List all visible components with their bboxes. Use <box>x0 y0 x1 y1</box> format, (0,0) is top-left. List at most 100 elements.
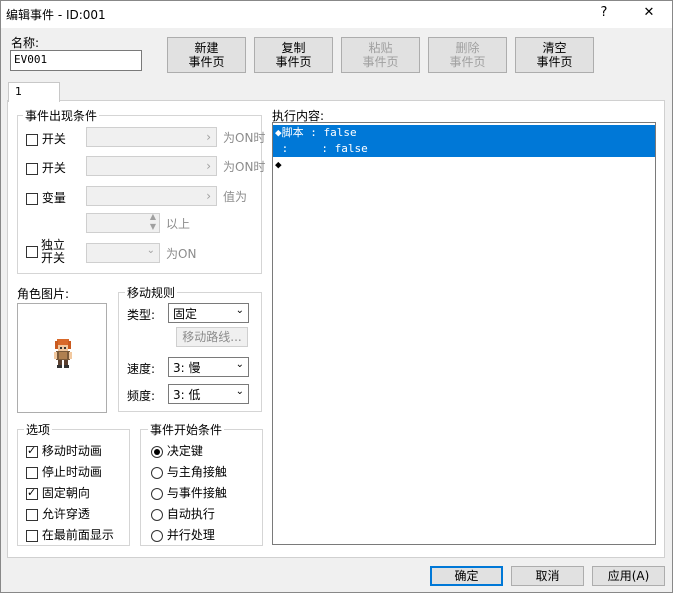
autorun-label: 自动执行 <box>166 507 215 521</box>
paste-page-label-2: 事件页 <box>362 55 399 69</box>
movement-speed-value: 3: 慢 <box>173 361 201 375</box>
options-title: 选项 <box>24 421 53 438</box>
new-page-label-1: 新建 <box>194 41 219 55</box>
character-graphic-box[interactable] <box>17 303 107 413</box>
player-touch-radio[interactable] <box>151 466 163 479</box>
self-switch-label: 独立 开关 <box>41 239 65 265</box>
variable-checkbox[interactable] <box>26 192 38 205</box>
character-sprite-icon <box>54 339 72 368</box>
switch2-suffix: 为ON时 <box>223 160 266 174</box>
switch2-select[interactable]: › <box>86 156 217 176</box>
walking-anim-checkbox[interactable] <box>26 444 38 458</box>
movement-type-select[interactable]: 固定 ⌄ <box>168 303 249 323</box>
variable-row[interactable]: 变量 <box>26 189 66 206</box>
trigger-action-button[interactable]: 决定键 <box>151 442 203 459</box>
new-page-button[interactable]: 新建 事件页 <box>167 37 246 73</box>
movement-speed-select[interactable]: 3: 慢 ⌄ <box>168 357 249 377</box>
command-line[interactable]: : : false <box>273 141 655 157</box>
switch1-suffix: 为ON时 <box>223 131 266 145</box>
option-stepping-anim[interactable]: 停止时动画 <box>26 463 102 480</box>
movement-type-value: 固定 <box>173 307 198 321</box>
tab-page-1[interactable]: 1 <box>8 82 60 102</box>
option-walking-anim[interactable]: 移动时动画 <box>26 442 102 459</box>
action-button-label: 决定键 <box>166 444 203 458</box>
switch2-label: 开关 <box>41 161 66 175</box>
clear-page-label-2: 事件页 <box>536 55 573 69</box>
close-button[interactable]: ✕ <box>634 2 664 24</box>
stepping-anim-checkbox[interactable] <box>26 466 38 479</box>
movement-freq-select[interactable]: 3: 低 ⌄ <box>168 384 249 404</box>
chevron-down-icon: ⌄ <box>235 386 244 397</box>
variable-value-spinner[interactable]: ▲ ▼ <box>86 212 160 233</box>
direction-fix-checkbox[interactable] <box>26 486 38 500</box>
name-input[interactable]: EV001 <box>10 50 142 71</box>
movement-freq-label: 频度: <box>127 389 156 403</box>
copy-page-button[interactable]: 复制 事件页 <box>254 37 333 73</box>
copy-page-label-2: 事件页 <box>275 55 312 69</box>
event-touch-radio[interactable] <box>151 487 163 500</box>
move-route-button[interactable]: 移动路线... <box>176 327 248 347</box>
trigger-title: 事件开始条件 <box>148 421 225 438</box>
command-line[interactable]: ◆ <box>273 157 655 173</box>
trigger-parallel[interactable]: 并行处理 <box>151 526 215 543</box>
help-button[interactable]: ? <box>589 2 619 24</box>
autorun-radio[interactable] <box>151 508 163 521</box>
variable-suffix-above: 以上 <box>166 217 191 231</box>
command-line[interactable]: ◆脚本 : false <box>273 125 655 141</box>
variable-label: 变量 <box>41 191 66 205</box>
self-switch-suffix: 为ON <box>166 247 197 261</box>
switch1-checkbox[interactable] <box>26 133 38 146</box>
movement-title: 移动规则 <box>125 284 178 301</box>
self-switch-select[interactable]: ⌄ <box>86 243 160 263</box>
clear-page-label-1: 清空 <box>542 41 567 55</box>
option-through[interactable]: 允许穿透 <box>26 505 90 522</box>
switch1-row[interactable]: 开关 <box>26 130 66 147</box>
chevron-right-icon: › <box>206 130 211 144</box>
delete-page-label-2: 事件页 <box>449 55 486 69</box>
movement-type-label: 类型: <box>127 308 156 322</box>
option-direction-fix[interactable]: 固定朝向 <box>26 484 90 501</box>
movement-freq-value: 3: 低 <box>173 388 201 402</box>
parallel-radio[interactable] <box>151 529 163 542</box>
self-switch-row[interactable] <box>26 244 38 258</box>
trigger-autorun[interactable]: 自动执行 <box>151 505 215 522</box>
option-always-on-top[interactable]: 在最前面显示 <box>26 526 114 543</box>
apply-button[interactable]: 应用(A) <box>592 566 665 586</box>
spin-down-icon[interactable]: ▼ <box>150 222 156 231</box>
event-touch-label: 与事件接触 <box>166 486 227 500</box>
new-page-label-2: 事件页 <box>188 55 225 69</box>
always-on-top-checkbox[interactable] <box>26 529 38 542</box>
chevron-right-icon: › <box>206 159 211 173</box>
switch1-select[interactable]: › <box>86 127 217 147</box>
chevron-right-icon: › <box>206 189 211 203</box>
variable-suffix: 值为 <box>223 190 248 204</box>
spin-up-icon[interactable]: ▲ <box>150 212 156 221</box>
movement-speed-label: 速度: <box>127 362 156 376</box>
graphic-title: 角色图片: <box>17 287 70 301</box>
close-icon: ✕ <box>643 5 655 20</box>
ok-button[interactable]: 确定 <box>430 566 503 586</box>
parallel-label: 并行处理 <box>166 528 215 542</box>
name-label: 名称: <box>11 36 40 50</box>
self-switch-checkbox[interactable] <box>26 245 38 258</box>
variable-select[interactable]: › <box>86 186 217 206</box>
through-label: 允许穿透 <box>41 507 90 521</box>
paste-page-button[interactable]: 粘贴 事件页 <box>341 37 420 73</box>
through-checkbox[interactable] <box>26 508 38 521</box>
action-button-radio[interactable] <box>151 445 163 458</box>
switch1-label: 开关 <box>41 132 66 146</box>
chevron-down-icon: ⌄ <box>235 359 244 370</box>
clear-page-button[interactable]: 清空 事件页 <box>515 37 594 73</box>
paste-page-label-1: 粘贴 <box>368 41 393 55</box>
cancel-button[interactable]: 取消 <box>511 566 584 586</box>
delete-page-label-1: 删除 <box>455 41 480 55</box>
event-commands-list[interactable]: ◆脚本 : false : : false ◆ <box>272 122 656 545</box>
chevron-down-icon: ⌄ <box>235 305 244 316</box>
delete-page-button[interactable]: 删除 事件页 <box>428 37 507 73</box>
switch2-checkbox[interactable] <box>26 162 38 175</box>
direction-fix-label: 固定朝向 <box>41 486 90 500</box>
switch2-row[interactable]: 开关 <box>26 159 66 176</box>
walking-anim-label: 移动时动画 <box>41 444 102 458</box>
trigger-player-touch[interactable]: 与主角接触 <box>151 463 227 480</box>
trigger-event-touch[interactable]: 与事件接触 <box>151 484 227 501</box>
